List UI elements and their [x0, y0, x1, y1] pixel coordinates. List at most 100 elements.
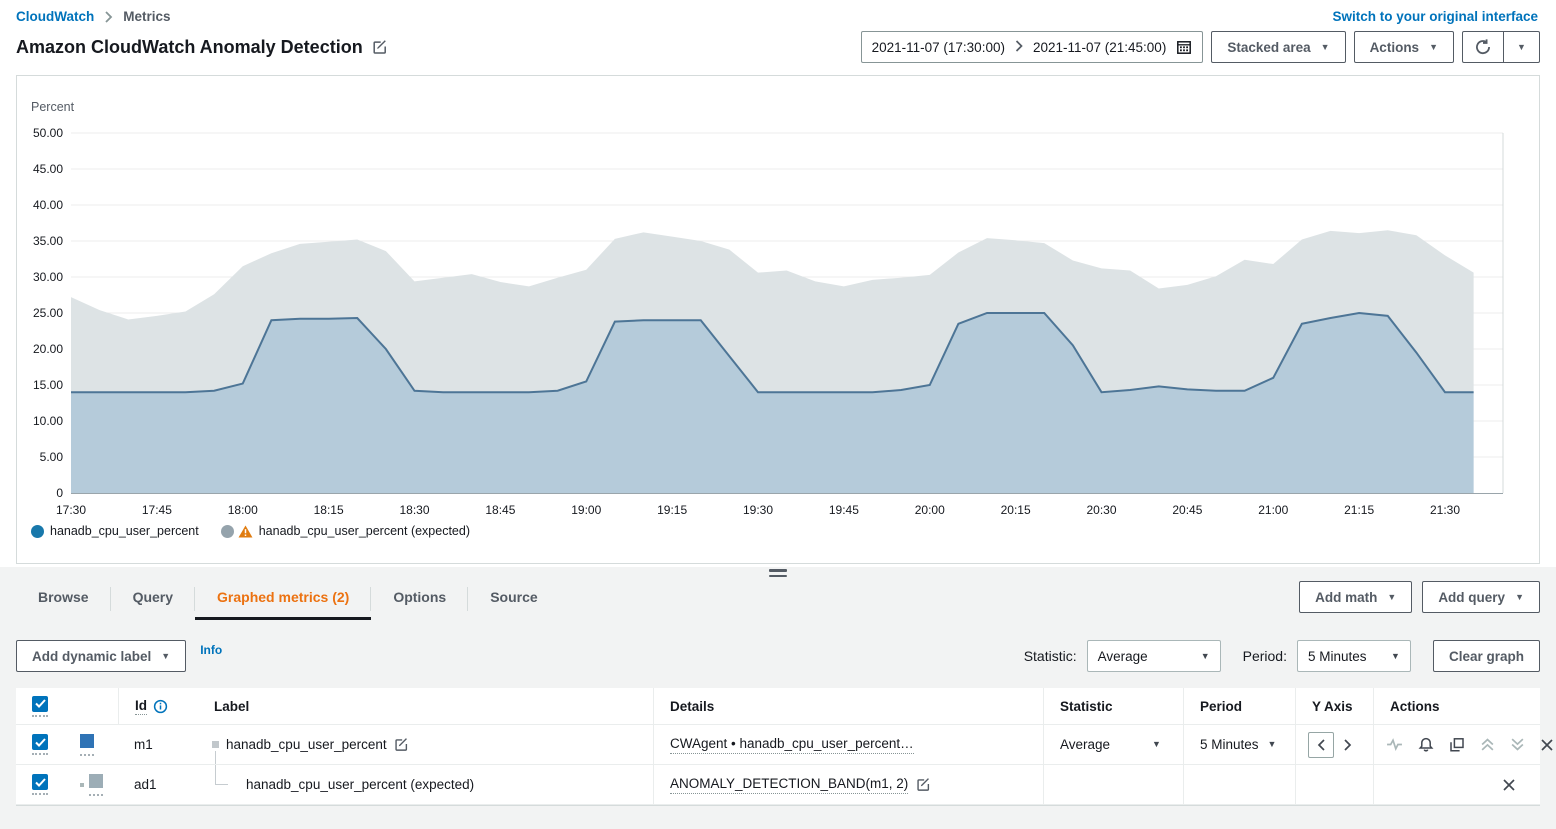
page-title: Amazon CloudWatch Anomaly Detection	[16, 37, 363, 58]
alarm-bell-icon[interactable]	[1418, 737, 1434, 753]
legend-item-expected[interactable]: hanadb_cpu_user_percent (expected)	[221, 524, 470, 538]
remove-metric-icon[interactable]	[1540, 738, 1554, 752]
chart-legend: hanadb_cpu_user_percent hanadb_cpu_user_…	[31, 524, 470, 538]
info-icon[interactable]	[153, 699, 168, 714]
svg-text:20:30: 20:30	[1086, 503, 1116, 517]
breadcrumb-metrics: Metrics	[123, 9, 170, 24]
move-down-icon[interactable]	[1510, 737, 1525, 752]
calendar-icon[interactable]	[1176, 39, 1192, 55]
svg-text:19:15: 19:15	[657, 503, 687, 517]
clear-graph-button[interactable]: Clear graph	[1433, 640, 1540, 672]
chevron-down-icon: ▼	[1387, 593, 1396, 602]
date-start: 2021-11-07 (17:30:00)	[872, 40, 1005, 55]
graphed-metrics-table: Id Label Details Statistic Period Y Axis…	[16, 688, 1540, 806]
tab-source[interactable]: Source	[468, 580, 559, 620]
svg-text:15.00: 15.00	[33, 378, 63, 392]
info-link[interactable]: Info	[200, 643, 222, 657]
col-header-period: Period	[1183, 688, 1295, 724]
top-bar: CloudWatch Metrics Switch to your origin…	[0, 0, 1556, 29]
tree-node-icon	[212, 741, 219, 748]
svg-text:17:45: 17:45	[142, 503, 172, 517]
svg-text:19:30: 19:30	[743, 503, 773, 517]
move-up-icon[interactable]	[1480, 737, 1495, 752]
actions-dropdown[interactable]: Actions▼	[1354, 31, 1454, 63]
statistic-label: Statistic:	[1024, 648, 1077, 664]
breadcrumb-cloudwatch-link[interactable]: CloudWatch	[16, 9, 94, 24]
switch-interface-link[interactable]: Switch to your original interface	[1332, 9, 1538, 24]
row-period-dropdown[interactable]: 5 Minutes▼	[1200, 737, 1276, 752]
title-bar: Amazon CloudWatch Anomaly Detection 2021…	[0, 29, 1556, 75]
svg-text:20:45: 20:45	[1172, 503, 1202, 517]
chevron-down-icon: ▼	[1429, 43, 1438, 52]
row-checkbox-m1[interactable]	[32, 734, 48, 750]
svg-text:21:15: 21:15	[1344, 503, 1374, 517]
metric-label-ad1: hanadb_cpu_user_percent (expected)	[212, 777, 474, 792]
add-query-dropdown[interactable]: Add query▼	[1422, 581, 1540, 613]
col-header-label: Label	[198, 688, 653, 724]
svg-text:18:30: 18:30	[399, 503, 429, 517]
legend-label: hanadb_cpu_user_percent	[50, 524, 199, 538]
select-all-checkbox[interactable]	[32, 696, 48, 712]
date-end: 2021-11-07 (21:45:00)	[1033, 40, 1166, 55]
col-header-y-axis: Y Axis	[1295, 688, 1373, 724]
refresh-split-button: ▼	[1462, 31, 1540, 63]
metric-id-m1: m1	[118, 725, 198, 764]
remove-metric-icon[interactable]	[1502, 778, 1516, 792]
lower-section: Browse Query Graphed metrics (2) Options…	[0, 567, 1556, 829]
anomaly-pulse-icon[interactable]	[1386, 737, 1403, 752]
legend-label: hanadb_cpu_user_percent (expected)	[259, 524, 470, 538]
add-math-dropdown[interactable]: Add math▼	[1299, 581, 1412, 613]
breadcrumb: CloudWatch Metrics	[16, 9, 171, 24]
refresh-options-dropdown[interactable]: ▼	[1503, 32, 1539, 62]
y-axis-left-toggle[interactable]	[1308, 732, 1334, 758]
duplicate-icon[interactable]	[1449, 737, 1465, 753]
svg-text:20.00: 20.00	[33, 342, 63, 356]
row-statistic-dropdown[interactable]: Average▼	[1060, 737, 1161, 752]
refresh-button[interactable]	[1463, 32, 1503, 62]
svg-text:30.00: 30.00	[33, 270, 63, 284]
chevron-down-icon: ▼	[1391, 652, 1400, 661]
svg-text:19:00: 19:00	[571, 503, 601, 517]
add-dynamic-label-dropdown[interactable]: Add dynamic label▼	[16, 640, 186, 672]
svg-text:20:00: 20:00	[915, 503, 945, 517]
tab-browse[interactable]: Browse	[16, 580, 111, 620]
svg-text:18:00: 18:00	[228, 503, 258, 517]
tab-graphed-metrics[interactable]: Graphed metrics (2)	[195, 580, 371, 620]
table-header-row: Id Label Details Statistic Period Y Axis…	[16, 688, 1540, 725]
table-row: ad1 hanadb_cpu_user_percent (expected) A…	[16, 765, 1540, 805]
edit-label-icon[interactable]	[394, 737, 409, 752]
color-swatch-m1[interactable]	[80, 734, 94, 748]
svg-text:25.00: 25.00	[33, 306, 63, 320]
y-axis-right-toggle[interactable]	[1337, 732, 1357, 758]
col-header-details: Details	[653, 688, 1043, 724]
row-checkbox-ad1[interactable]	[32, 774, 48, 790]
tab-query[interactable]: Query	[111, 580, 195, 620]
date-range-picker[interactable]: 2021-11-07 (17:30:00) 2021-11-07 (21:45:…	[861, 31, 1204, 63]
edit-title-icon[interactable]	[372, 39, 388, 55]
color-column-header	[64, 688, 118, 724]
metric-id-ad1: ad1	[118, 765, 198, 804]
svg-text:20:15: 20:15	[1001, 503, 1031, 517]
period-select[interactable]: 5 Minutes▼	[1297, 640, 1411, 672]
metrics-chart[interactable]: Percent50.0045.0040.0035.0030.0025.0020.…	[17, 76, 1539, 521]
svg-text:17:30: 17:30	[56, 503, 86, 517]
svg-text:45.00: 45.00	[33, 162, 63, 176]
chart-type-dropdown[interactable]: Stacked area▼	[1211, 31, 1345, 63]
edit-expression-icon[interactable]	[916, 777, 931, 792]
metric-label-m1: hanadb_cpu_user_percent	[226, 737, 387, 752]
resize-handle[interactable]	[769, 567, 787, 579]
legend-item-actual[interactable]: hanadb_cpu_user_percent	[31, 524, 199, 538]
metric-details-m1[interactable]: CWAgent • hanadb_cpu_user_percent…	[670, 736, 914, 754]
metric-details-ad1[interactable]: ANOMALY_DETECTION_BAND(m1, 2)	[670, 776, 908, 794]
legend-swatch-blue	[31, 525, 44, 538]
chevron-down-icon: ▼	[1515, 593, 1524, 602]
svg-text:5.00: 5.00	[40, 450, 64, 464]
metrics-chart-panel: Percent50.0045.0040.0035.0030.0025.0020.…	[16, 75, 1540, 564]
statistic-select[interactable]: Average▼	[1087, 640, 1221, 672]
svg-text:0: 0	[56, 486, 63, 500]
svg-text:40.00: 40.00	[33, 198, 63, 212]
breadcrumb-chevron-icon	[104, 11, 113, 23]
tab-options[interactable]: Options	[371, 580, 468, 620]
color-swatch-ad1[interactable]	[89, 774, 103, 788]
svg-text:50.00: 50.00	[33, 126, 63, 140]
